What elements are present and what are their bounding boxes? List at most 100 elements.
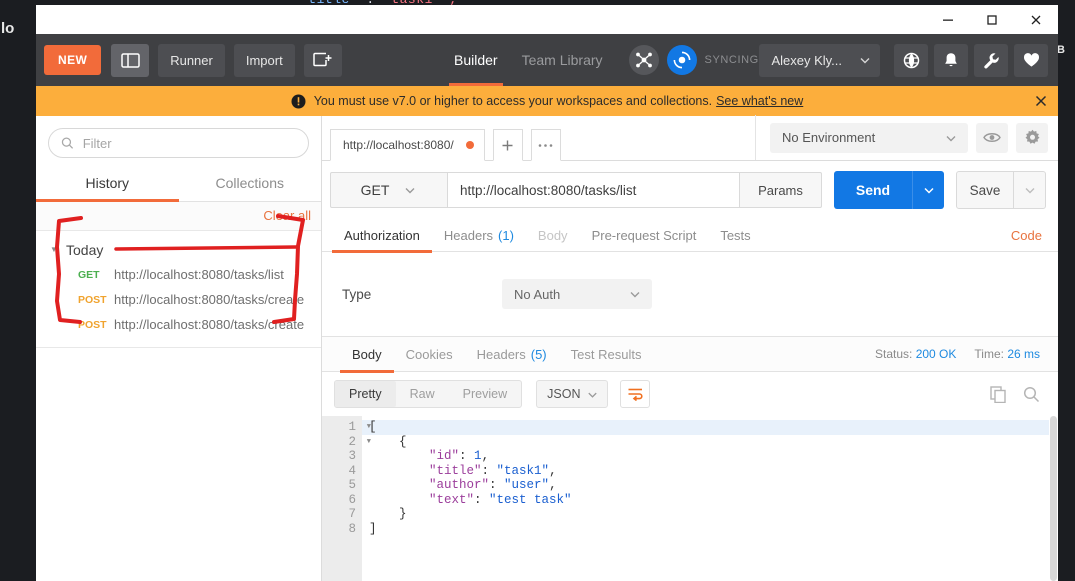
new-button[interactable]: NEW xyxy=(44,45,102,75)
code-token: "text" xyxy=(429,492,475,507)
history-url: http://localhost:8080/tasks/create xyxy=(114,292,305,307)
history-group-today[interactable]: ▼ Today xyxy=(36,238,321,262)
add-request-tab-button[interactable] xyxy=(492,129,523,161)
close-button[interactable] xyxy=(1014,5,1058,34)
filter-wrapper xyxy=(36,116,321,166)
tab-body[interactable]: Body xyxy=(526,219,580,252)
params-button[interactable]: Params xyxy=(740,172,822,208)
filter-box[interactable] xyxy=(48,128,309,158)
response-tab-cookies[interactable]: Cookies xyxy=(394,336,465,372)
eye-icon xyxy=(983,133,1001,142)
request-tab[interactable]: http://localhost:8080/ xyxy=(330,129,485,161)
response-meta: Status: 200 OK Time: 26 ms xyxy=(875,347,1040,361)
invite-people-button[interactable] xyxy=(628,45,659,75)
code-token: : xyxy=(481,463,497,478)
code-token: "user" xyxy=(504,478,550,492)
favorites-button[interactable] xyxy=(1014,43,1048,77)
sidebar: History Collections Clear all ▼ Today GE… xyxy=(36,116,322,581)
chevron-down-icon xyxy=(588,392,597,398)
history-url: http://localhost:8080/tasks/list xyxy=(114,267,284,282)
window-titlebar xyxy=(36,5,1058,34)
response-tab-body[interactable]: Body xyxy=(340,336,394,373)
auth-type-select[interactable]: No Auth xyxy=(502,279,652,309)
runner-button[interactable]: Runner xyxy=(158,43,225,77)
tab-authorization[interactable]: Authorization xyxy=(332,219,432,253)
code-token: 1 xyxy=(474,449,482,463)
search-response-button[interactable] xyxy=(1023,386,1040,403)
list-item[interactable]: POST http://localhost:8080/tasks/create xyxy=(36,287,321,312)
minimize-button[interactable] xyxy=(926,5,970,34)
tab-team-library[interactable]: Team Library xyxy=(510,34,615,86)
import-button[interactable]: Import xyxy=(233,43,295,77)
list-item[interactable]: GET http://localhost:8080/tasks/list xyxy=(36,262,321,287)
maximize-button[interactable] xyxy=(970,5,1014,34)
line-number: 3 xyxy=(348,449,356,463)
response-body-viewer[interactable]: 1 ▼ 2 ▼ 3 4 5 6 7 8 [ { "id": 1, "title": … xyxy=(322,416,1058,581)
new-window-icon xyxy=(313,52,332,67)
line-number: 1 ▼ xyxy=(348,420,371,434)
sidebar-tabs: History Collections xyxy=(36,166,321,202)
format-preview-button[interactable]: Preview xyxy=(449,381,521,407)
more-tabs-button[interactable] xyxy=(530,129,561,161)
tab-pre-request-script[interactable]: Pre-request Script xyxy=(580,219,709,252)
notifications-button[interactable] xyxy=(934,43,968,77)
user-menu-button[interactable]: Alexey Kly... xyxy=(759,43,880,77)
save-button[interactable]: Save xyxy=(956,171,1014,209)
settings-wrench-button[interactable] xyxy=(974,43,1008,77)
globe-button[interactable] xyxy=(894,43,928,77)
sidebar-tab-history[interactable]: History xyxy=(36,166,179,202)
tab-builder[interactable]: Builder xyxy=(442,34,510,86)
toolbar-right: Alexey Kly... xyxy=(759,43,1048,77)
sync-icon xyxy=(673,51,690,69)
code-token: , xyxy=(549,463,557,478)
sidebar-toggle-button[interactable] xyxy=(111,43,150,77)
code-line: { xyxy=(369,435,1058,450)
sync-button[interactable] xyxy=(666,45,697,75)
response-language-select[interactable]: JSON xyxy=(536,380,609,408)
search-input[interactable] xyxy=(82,135,296,151)
line-number: 5 xyxy=(348,478,356,492)
response-tab-headers-label: Headers xyxy=(476,346,526,362)
banner-close-button[interactable] xyxy=(1034,86,1048,116)
line-number-gutter: 1 ▼ 2 ▼ 3 4 5 6 7 8 xyxy=(322,416,371,581)
wrap-lines-button[interactable] xyxy=(620,380,651,408)
line-number: 7 xyxy=(348,507,356,521)
line-number: 6 xyxy=(348,492,356,507)
send-options-button[interactable] xyxy=(912,171,944,209)
tab-tests[interactable]: Tests xyxy=(708,219,762,252)
environment-settings-button[interactable] xyxy=(1016,122,1048,153)
environment-select[interactable]: No Environment xyxy=(770,122,968,153)
response-tab-headers[interactable]: Headers (5) xyxy=(465,336,559,372)
response-scrollbar-thumb[interactable] xyxy=(1050,416,1057,581)
globe-icon xyxy=(903,52,919,68)
url-input[interactable] xyxy=(448,172,740,208)
send-button[interactable]: Send xyxy=(834,171,912,209)
tab-headers[interactable]: Headers (1) xyxy=(432,219,526,252)
fold-icon[interactable]: ▼ xyxy=(367,420,371,435)
format-pretty-button[interactable]: Pretty xyxy=(335,381,396,407)
response-tabs: Body Cookies Headers (5) Test Results St… xyxy=(322,336,1058,373)
copy-button[interactable] xyxy=(990,385,1007,403)
sidebar-tab-collections[interactable]: Collections xyxy=(179,166,322,201)
close-icon xyxy=(1035,95,1047,107)
response-tab-test-results[interactable]: Test Results xyxy=(559,336,654,372)
code-token: } xyxy=(399,507,407,521)
new-window-button[interactable] xyxy=(303,43,342,77)
clear-all-button[interactable]: Clear all xyxy=(263,208,311,223)
banner-link[interactable]: See what's new xyxy=(716,94,803,108)
environment-quick-look-button[interactable] xyxy=(976,122,1008,153)
fold-icon[interactable]: ▼ xyxy=(367,435,371,450)
postman-window: NEW Runner Import Builder Team Library S… xyxy=(36,5,1058,581)
save-options-button[interactable] xyxy=(1014,171,1046,209)
response-tab-headers-count: (5) xyxy=(530,346,547,362)
list-item[interactable]: POST http://localhost:8080/tasks/create xyxy=(36,312,321,337)
history-group-label: Today xyxy=(66,242,104,258)
search-icon xyxy=(1023,386,1040,402)
status-value: 200 OK xyxy=(915,347,957,361)
response-scrollbar-track[interactable] xyxy=(1049,416,1058,581)
code-link[interactable]: Code xyxy=(1011,228,1042,243)
format-raw-button[interactable]: Raw xyxy=(396,381,449,407)
code-token: "id" xyxy=(429,449,460,463)
method-select[interactable]: GET xyxy=(330,172,448,208)
time-value: 26 ms xyxy=(1007,347,1040,361)
